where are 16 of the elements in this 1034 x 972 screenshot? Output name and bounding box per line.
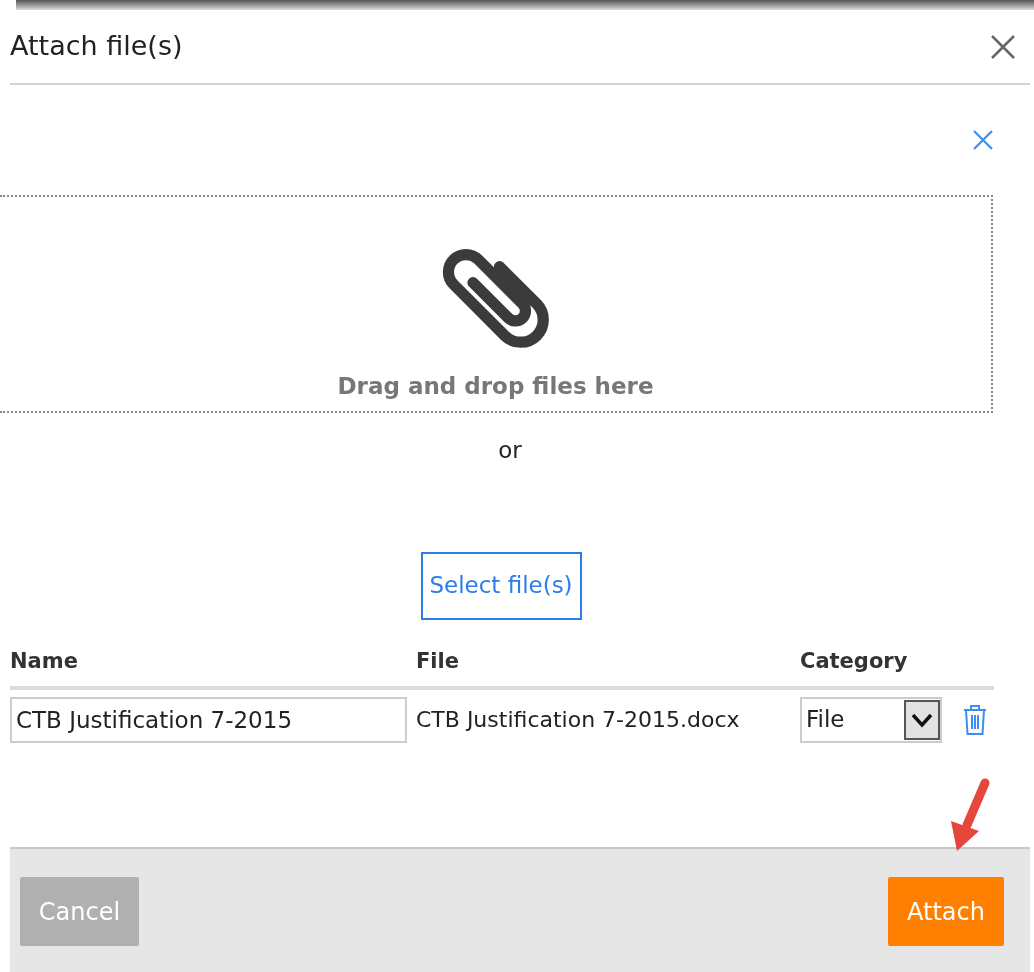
close-icon[interactable] — [990, 33, 1016, 60]
column-header: File — [416, 649, 459, 673]
close-icon[interactable] — [972, 129, 994, 151]
column-header: Category — [800, 649, 908, 673]
drop-zone[interactable]: Drag and drop files here — [0, 195, 993, 413]
select-files-button[interactable]: Select file(s) — [420, 551, 582, 620]
name-input[interactable]: CTB Justification 7-2015 — [10, 696, 407, 743]
attach-button[interactable]: Attach — [888, 877, 1004, 946]
trash-icon[interactable] — [962, 703, 988, 736]
category-select[interactable]: File — [800, 696, 942, 743]
chevron-down-icon — [904, 699, 940, 740]
drop-hint: Drag and drop files here — [337, 371, 654, 401]
separator-text: or — [498, 436, 522, 465]
dialog-title: Attach file(s) — [10, 29, 183, 64]
file-name: CTB Justification 7-2015.docx — [416, 707, 740, 732]
column-header: Name — [10, 649, 78, 673]
